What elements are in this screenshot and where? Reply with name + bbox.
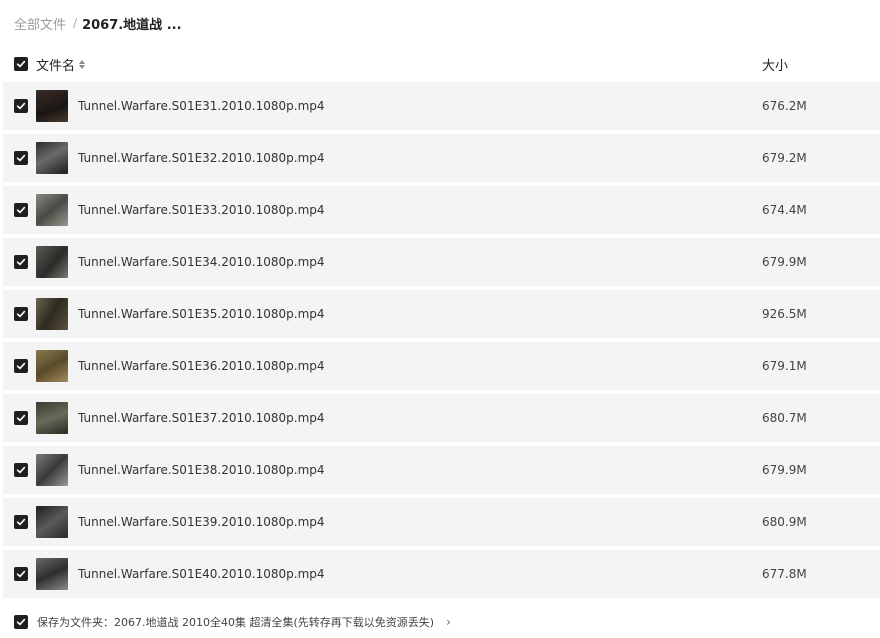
- file-checkbox[interactable]: [14, 411, 28, 425]
- file-name: Tunnel.Warfare.S01E37.2010.1080p.mp4: [78, 411, 325, 425]
- video-thumbnail: [36, 142, 68, 174]
- save-folder-bar: 保存为文件夹：2067.地道战 2010全40集 超清全集(先转存再下载以免资源…: [0, 612, 880, 632]
- video-thumbnail: [36, 558, 68, 590]
- file-size: 676.2M: [762, 99, 807, 113]
- check-icon: [16, 102, 26, 110]
- file-checkbox[interactable]: [14, 463, 28, 477]
- video-thumbnail: [36, 350, 68, 382]
- file-size: 679.9M: [762, 463, 807, 477]
- file-list-header: 文件名 大小: [0, 52, 880, 76]
- file-name: Tunnel.Warfare.S01E32.2010.1080p.mp4: [78, 151, 325, 165]
- file-name: Tunnel.Warfare.S01E36.2010.1080p.mp4: [78, 359, 325, 373]
- file-checkbox[interactable]: [14, 307, 28, 321]
- file-checkbox[interactable]: [14, 515, 28, 529]
- check-icon: [16, 518, 26, 526]
- file-checkbox[interactable]: [14, 99, 28, 113]
- file-row[interactable]: Tunnel.Warfare.S01E31.2010.1080p.mp4 676.…: [3, 82, 880, 130]
- file-name: Tunnel.Warfare.S01E35.2010.1080p.mp4: [78, 307, 325, 321]
- chevron-right-icon[interactable]: ›: [446, 615, 451, 629]
- video-thumbnail: [36, 246, 68, 278]
- check-icon: [16, 570, 26, 578]
- file-size: 677.8M: [762, 567, 807, 581]
- column-header-name[interactable]: 文件名: [36, 55, 86, 74]
- check-icon: [16, 258, 26, 266]
- file-row[interactable]: Tunnel.Warfare.S01E36.2010.1080p.mp4 679.…: [3, 342, 880, 390]
- file-name: Tunnel.Warfare.S01E34.2010.1080p.mp4: [78, 255, 325, 269]
- file-row[interactable]: Tunnel.Warfare.S01E32.2010.1080p.mp4 679.…: [3, 134, 880, 182]
- file-row[interactable]: Tunnel.Warfare.S01E35.2010.1080p.mp4 926.…: [3, 290, 880, 338]
- breadcrumb-current: 2067.地道战 ...: [82, 17, 182, 33]
- file-row[interactable]: Tunnel.Warfare.S01E40.2010.1080p.mp4 677.…: [3, 550, 880, 598]
- file-row[interactable]: Tunnel.Warfare.S01E34.2010.1080p.mp4 679.…: [3, 238, 880, 286]
- file-size: 926.5M: [762, 307, 807, 321]
- check-icon: [16, 362, 26, 370]
- file-size: 680.9M: [762, 515, 807, 529]
- sort-icon[interactable]: [79, 58, 86, 70]
- file-list: Tunnel.Warfare.S01E31.2010.1080p.mp4 676.…: [0, 82, 880, 602]
- column-header-size: 大小: [762, 58, 789, 74]
- file-checkbox[interactable]: [14, 567, 28, 581]
- video-thumbnail: [36, 402, 68, 434]
- breadcrumb: 全部文件 / 2067.地道战 ...: [14, 13, 182, 33]
- file-checkbox[interactable]: [14, 359, 28, 373]
- file-name: Tunnel.Warfare.S01E31.2010.1080p.mp4: [78, 99, 325, 113]
- file-size: 680.7M: [762, 411, 807, 425]
- video-thumbnail: [36, 506, 68, 538]
- file-size: 679.2M: [762, 151, 807, 165]
- video-thumbnail: [36, 90, 68, 122]
- column-header-name-label: 文件名: [36, 58, 76, 74]
- video-thumbnail: [36, 454, 68, 486]
- file-row[interactable]: Tunnel.Warfare.S01E33.2010.1080p.mp4 674.…: [3, 186, 880, 234]
- file-name: Tunnel.Warfare.S01E38.2010.1080p.mp4: [78, 463, 325, 477]
- file-size: 674.4M: [762, 203, 807, 217]
- file-name: Tunnel.Warfare.S01E33.2010.1080p.mp4: [78, 203, 325, 217]
- check-icon: [16, 466, 26, 474]
- file-name: Tunnel.Warfare.S01E40.2010.1080p.mp4: [78, 567, 325, 581]
- check-icon: [16, 154, 26, 162]
- file-checkbox[interactable]: [14, 255, 28, 269]
- check-icon: [16, 310, 26, 318]
- select-all-checkbox[interactable]: [14, 57, 28, 71]
- file-checkbox[interactable]: [14, 203, 28, 217]
- file-checkbox[interactable]: [14, 151, 28, 165]
- save-as-folder-checkbox[interactable]: [14, 615, 28, 629]
- file-size: 679.1M: [762, 359, 807, 373]
- breadcrumb-root-link[interactable]: 全部文件: [14, 14, 66, 33]
- file-row[interactable]: Tunnel.Warfare.S01E38.2010.1080p.mp4 679.…: [3, 446, 880, 494]
- video-thumbnail: [36, 298, 68, 330]
- file-size: 679.9M: [762, 255, 807, 269]
- video-thumbnail: [36, 194, 68, 226]
- check-icon: [16, 414, 26, 422]
- check-icon: [16, 618, 26, 626]
- breadcrumb-separator: /: [73, 16, 78, 30]
- check-icon: [16, 60, 26, 68]
- save-as-folder-label: 保存为文件夹：2067.地道战 2010全40集 超清全集(先转存再下载以免资源…: [37, 616, 435, 629]
- file-row[interactable]: Tunnel.Warfare.S01E39.2010.1080p.mp4 680.…: [3, 498, 880, 546]
- file-row[interactable]: Tunnel.Warfare.S01E37.2010.1080p.mp4 680.…: [3, 394, 880, 442]
- file-name: Tunnel.Warfare.S01E39.2010.1080p.mp4: [78, 515, 325, 529]
- check-icon: [16, 206, 26, 214]
